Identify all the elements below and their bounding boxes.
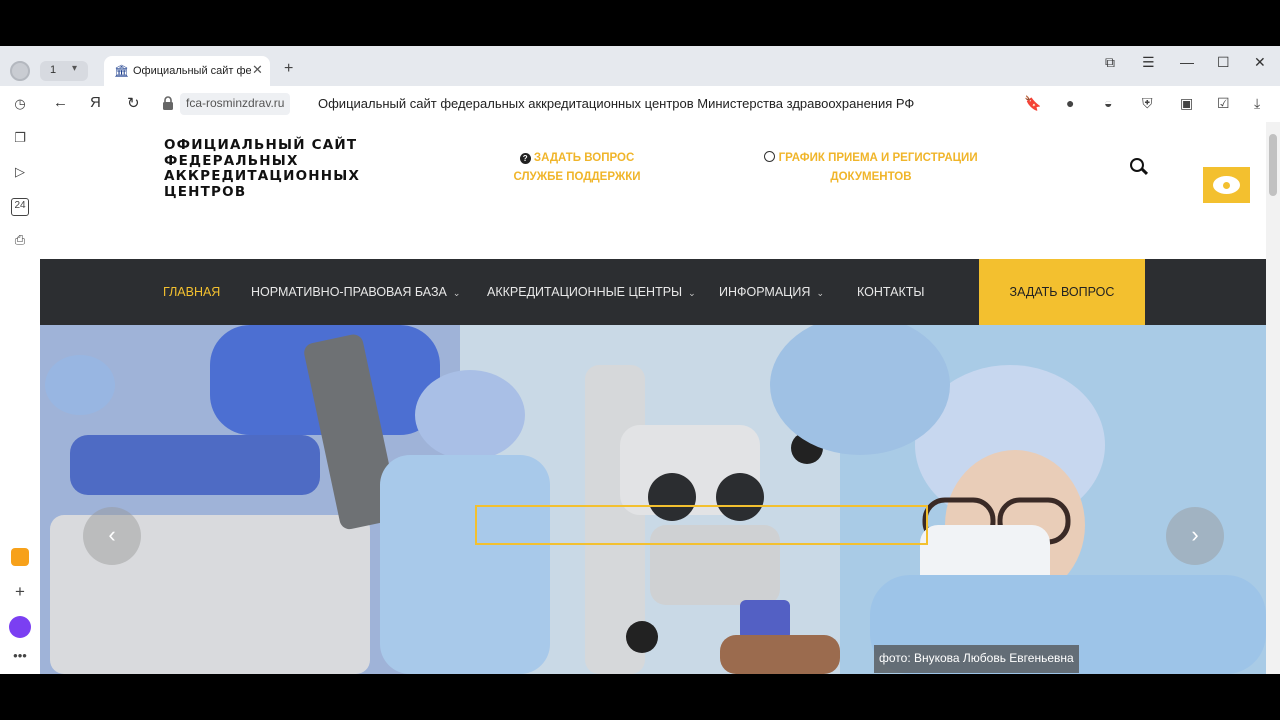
history-clock-icon[interactable]: ◷ xyxy=(11,96,29,114)
extension-check-icon[interactable]: ☑ xyxy=(1217,95,1230,112)
reload-icon[interactable]: ↻ xyxy=(127,94,140,112)
nav-item-label: ИНФОРМАЦИЯ xyxy=(719,285,811,299)
browser-sidebar: ◷ ❐ ▷ 24 ⎙ + ••• xyxy=(0,86,40,674)
address-page-title[interactable]: Официальный сайт федеральных аккредитаци… xyxy=(318,96,914,111)
tab-count-label: 1 xyxy=(50,64,57,76)
window-close-icon[interactable]: ✕ xyxy=(1254,54,1266,71)
nav-item-label: АККРЕДИТАЦИОННЫЕ ЦЕНТРЫ xyxy=(487,285,683,299)
minimize-icon[interactable]: — xyxy=(1180,54,1194,70)
alice-assistant-icon[interactable] xyxy=(9,616,31,638)
browser-tab[interactable]: 🏛 Официальный сайт фе, ✕ xyxy=(104,56,270,86)
lock-icon xyxy=(163,96,173,110)
nav-item-home[interactable]: ГЛАВНАЯ xyxy=(163,285,220,299)
menu-icon[interactable]: ☰ xyxy=(1142,54,1155,71)
collections-icon[interactable]: ⧉ xyxy=(1105,54,1115,71)
domain-chip[interactable]: fca-rosminzdrav.ru xyxy=(180,93,291,115)
page-scrollbar[interactable] xyxy=(1266,122,1280,674)
support-question-link[interactable]: ? ЗАДАТЬ ВОПРОС СЛУЖБЕ ПОДДЕРЖКИ xyxy=(510,149,644,187)
browser-window: 1 ▾ 🏛 Официальный сайт фе, ✕ + ⧉ ☰ — ☐ ✕… xyxy=(0,46,1280,674)
schedule-link[interactable]: ГРАФИК ПРИЕМА И РЕГИСТРАЦИИ ДОКУМЕНТОВ xyxy=(758,149,984,187)
ask-question-button[interactable]: ЗАДАТЬ ВОПРОС xyxy=(979,259,1145,325)
question-circle-icon: ? xyxy=(519,153,531,164)
screenshot-icon[interactable]: ⎙ xyxy=(11,232,29,250)
address-bar-row: ← Я ↻ fca-rosminzdrav.ru Официальный сай… xyxy=(0,86,1280,122)
clock-icon xyxy=(764,151,776,162)
tab-strip: 1 ▾ 🏛 Официальный сайт фе, ✕ + ⧉ ☰ — ☐ ✕ xyxy=(0,46,1280,86)
hero-photo xyxy=(40,325,1266,674)
nav-item-label: НОРМАТИВНО-ПРАВОВАЯ БАЗА xyxy=(251,285,447,299)
back-arrow-icon[interactable]: ← xyxy=(53,94,68,111)
tab-counter[interactable]: 1 ▾ xyxy=(40,61,88,81)
bookmark-icon[interactable]: 🔖 xyxy=(1024,95,1041,112)
mail-icon[interactable] xyxy=(11,548,29,566)
extension-red-icon[interactable]: ▣ xyxy=(1180,95,1193,112)
photo-caption: фото: Внукова Любовь Евгеньевна xyxy=(874,645,1079,673)
search-icon[interactable] xyxy=(1130,158,1144,172)
schedule-link-line1: ГРАФИК ПРИЕМА И РЕГИСТРАЦИИ xyxy=(778,152,978,164)
chevron-down-icon: ⌄ xyxy=(816,288,824,298)
slider-prev-button[interactable]: ‹ xyxy=(83,507,141,565)
yandex-logo-icon[interactable]: Я xyxy=(90,94,101,111)
site-title[interactable]: ОФИЦИАЛЬНЫЙ САЙТ ФЕДЕРАЛЬНЫХ АККРЕДИТАЦИ… xyxy=(164,137,364,200)
slider-next-button[interactable]: › xyxy=(1166,507,1224,565)
add-plus-icon[interactable]: + xyxy=(11,582,29,601)
promo-banner-frame[interactable] xyxy=(475,505,928,545)
chevron-down-icon: ⌄ xyxy=(452,288,461,298)
help-link-line2: СЛУЖБЕ ПОДДЕРЖКИ xyxy=(513,171,641,183)
ask-question-label: ЗАДАТЬ ВОПРОС xyxy=(1009,285,1115,299)
tab-title: Официальный сайт фе, xyxy=(133,65,251,77)
nav-item-accreditation-centers[interactable]: АККРЕДИТАЦИОННЫЕ ЦЕНТРЫ ⌄ xyxy=(487,285,696,299)
schedule-link-line2: ДОКУМЕНТОВ xyxy=(830,171,912,183)
site-favicon-icon: 🏛 xyxy=(114,64,130,78)
collections-icon[interactable]: ❐ xyxy=(11,130,29,148)
web-page: ОФИЦИАЛЬНЫЙ САЙТ ФЕДЕРАЛЬНЫХ АККРЕДИТАЦИ… xyxy=(40,122,1266,674)
main-navbar: ГЛАВНАЯ НОРМАТИВНО-ПРАВОВАЯ БАЗА ⌄ АККРЕД… xyxy=(40,259,1266,325)
more-dots-icon[interactable]: ••• xyxy=(11,648,29,666)
hero-slider: ‹ › фото: Внукова Любовь Евгеньевна xyxy=(40,325,1266,674)
close-icon[interactable]: ✕ xyxy=(252,62,263,78)
chevron-down-icon: ▾ xyxy=(72,63,78,74)
chevron-down-icon: ⌄ xyxy=(688,288,696,298)
scrollbar-thumb[interactable] xyxy=(1269,134,1277,196)
help-link-line1: ЗАДАТЬ ВОПРОС xyxy=(533,152,635,164)
profile-avatar[interactable] xyxy=(10,61,30,81)
shield-icon[interactable]: ⛨ xyxy=(1142,95,1153,112)
maximize-icon[interactable]: ☐ xyxy=(1217,54,1230,71)
extension-avatar-icon[interactable]: ● xyxy=(1066,95,1074,111)
nav-item-legal-base[interactable]: НОРМАТИВНО-ПРАВОВАЯ БАЗА ⌄ xyxy=(251,285,460,299)
eye-pupil xyxy=(1220,179,1233,192)
accessibility-eye-button[interactable] xyxy=(1203,167,1250,203)
play-icon[interactable]: ▷ xyxy=(11,164,29,182)
new-tab-plus-icon[interactable]: + xyxy=(284,60,293,78)
extension-cup-icon[interactable]: ◒ xyxy=(1104,95,1112,111)
nav-item-information[interactable]: ИНФОРМАЦИЯ ⌄ xyxy=(719,285,824,299)
news-24-icon[interactable]: 24 xyxy=(11,198,29,216)
nav-item-contacts[interactable]: КОНТАКТЫ xyxy=(857,285,924,299)
download-icon[interactable]: ⤓ xyxy=(1254,95,1260,112)
